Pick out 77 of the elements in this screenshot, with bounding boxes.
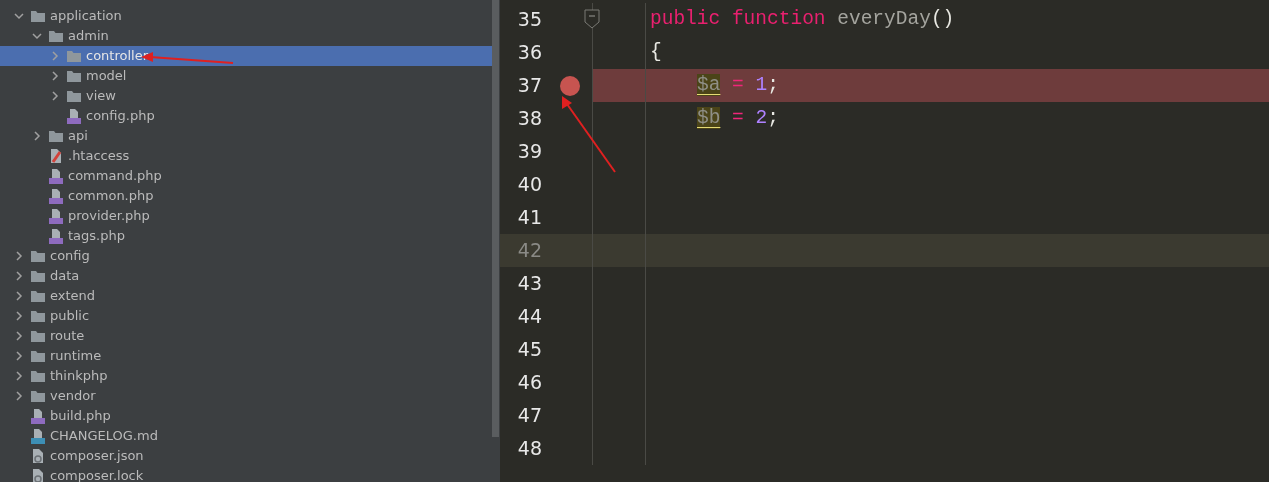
line-number: 35 [516, 7, 543, 33]
tree-item[interactable]: config [0, 246, 492, 266]
tree-item[interactable]: data [0, 266, 492, 286]
php-file-icon [30, 408, 46, 424]
line-number: 42 [516, 238, 543, 264]
tree-item[interactable]: api [0, 126, 492, 146]
tree-item[interactable]: controller [0, 46, 492, 66]
line-number: 44 [516, 304, 543, 330]
line-number: 45 [516, 337, 543, 363]
folder-icon [30, 368, 46, 384]
breakpoint-icon[interactable] [560, 75, 580, 96]
tree-item[interactable]: view [0, 86, 492, 106]
scrollbar-thumb[interactable] [492, 0, 499, 437]
line-number: 41 [516, 205, 543, 231]
code-token: ; [767, 106, 779, 129]
tree-item[interactable]: thinkphp [0, 366, 492, 386]
line-number: 37 [516, 73, 543, 99]
line-number: 36 [516, 40, 543, 66]
php-file-icon [48, 228, 64, 244]
folder-icon [30, 348, 46, 364]
tree-item[interactable]: provider.php [0, 206, 492, 226]
tree-item[interactable]: route [0, 326, 492, 346]
folder-icon [66, 68, 82, 84]
line-number: 39 [516, 139, 543, 165]
config-file-icon [48, 148, 64, 164]
code-token: = [732, 106, 744, 129]
code-token: function [731, 7, 826, 30]
line-number: 47 [516, 403, 543, 429]
tree-item[interactable]: admin [0, 26, 492, 46]
fold-icon[interactable] [584, 9, 600, 29]
tree-item[interactable]: config.php [0, 106, 492, 126]
folder-icon [30, 248, 46, 264]
code-token: 2 [755, 106, 768, 129]
markdown-file-icon [30, 428, 46, 444]
tree-item[interactable]: CHANGELOG.md [0, 426, 492, 446]
tree-item[interactable]: common.php [0, 186, 492, 206]
php-file-icon [48, 188, 64, 204]
tree-item[interactable]: tags.php [0, 226, 492, 246]
tree-item[interactable]: runtime [0, 346, 492, 366]
json-file-icon [30, 468, 46, 482]
tree-item[interactable]: command.php [0, 166, 492, 186]
code-token: public [650, 7, 721, 30]
code-token: ; [767, 73, 779, 96]
line-number: 46 [516, 370, 543, 396]
php-file-icon [48, 208, 64, 224]
line-number: 40 [516, 172, 543, 198]
folder-icon [30, 388, 46, 404]
line-number: 48 [516, 436, 543, 462]
php-file-icon [66, 108, 82, 124]
tree-item[interactable]: vendor [0, 386, 492, 406]
folder-icon [66, 88, 82, 104]
tree-item[interactable]: composer.json [0, 446, 492, 466]
code-token: () [930, 7, 955, 30]
folder-icon [48, 128, 64, 144]
folder-icon [30, 328, 46, 344]
folder-icon [30, 8, 46, 24]
tree-item[interactable]: extend [0, 286, 492, 306]
line-number: 43 [516, 271, 543, 297]
folder-icon [48, 28, 64, 44]
folder-icon [66, 48, 82, 64]
tree-item[interactable]: public [0, 306, 492, 326]
line-number: 38 [516, 106, 543, 132]
tree-item[interactable]: model [0, 66, 492, 86]
code-token: { [650, 40, 662, 63]
tree-item[interactable]: build.php [0, 406, 492, 426]
folder-icon [30, 268, 46, 284]
code-token: everyDay [837, 7, 931, 30]
json-file-icon [30, 448, 46, 464]
code-token: $b [697, 106, 721, 129]
tree-item[interactable]: application [0, 6, 492, 26]
code-token: $a [697, 73, 721, 96]
folder-icon [30, 308, 46, 324]
tree-item[interactable]: .htaccess [0, 146, 492, 166]
folder-icon [30, 288, 46, 304]
php-file-icon [48, 168, 64, 184]
code-token: = [732, 73, 744, 96]
code-token: 1 [755, 73, 768, 96]
